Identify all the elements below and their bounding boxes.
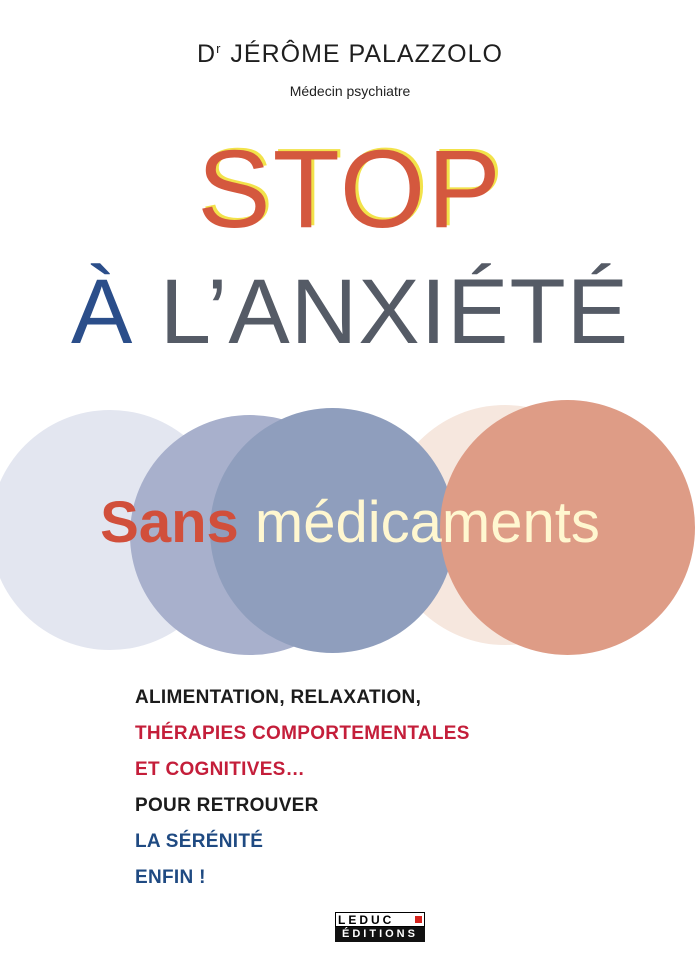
tagline-line-5: LA SÉRÉNITÉ xyxy=(135,831,264,852)
author-name: Dr JÉRÔME PALAZZOLO xyxy=(0,40,700,69)
book-cover: Dr JÉRÔME PALAZZOLO Médecin psychiatre S… xyxy=(0,0,700,980)
title-line-2-rest: L’ANXIÉTÉ xyxy=(133,261,630,363)
tagline-line-2: THÉRAPIES COMPORTEMENTALES xyxy=(135,723,470,744)
author-prefix-sup: r xyxy=(216,41,221,56)
title-line-1: STOP xyxy=(197,128,503,251)
tagline-line-1: ALIMENTATION, RELAXATION, xyxy=(135,687,422,708)
publisher-name: LEDUC xyxy=(338,912,395,927)
logo-red-square-icon xyxy=(415,916,422,923)
author-prefix: D xyxy=(197,40,217,68)
subtitle-sans: Sans xyxy=(100,490,239,555)
author-full-name: JÉRÔME PALAZZOLO xyxy=(230,40,503,68)
tagline: ALIMENTATION, RELAXATION, THÉRAPIES COMP… xyxy=(135,680,470,896)
tagline-line-6: ENFIN ! xyxy=(135,867,206,888)
author-role: Médecin psychiatre xyxy=(289,83,411,99)
title-line-2: À L’ANXIÉTÉ xyxy=(0,262,700,362)
publisher-logo: LEDUC ÉDITIONS xyxy=(335,912,425,942)
publisher-imprint: ÉDITIONS xyxy=(335,927,425,942)
subtitle: Sans médicaments xyxy=(0,488,700,558)
tagline-line-4: POUR RETROUVER xyxy=(135,795,319,816)
subtitle-medicaments: médicaments xyxy=(238,490,600,555)
title-accent-letter: À xyxy=(70,261,134,363)
tagline-line-3: ET COGNITIVES… xyxy=(135,759,305,780)
publisher-logo-top: LEDUC xyxy=(335,912,425,927)
